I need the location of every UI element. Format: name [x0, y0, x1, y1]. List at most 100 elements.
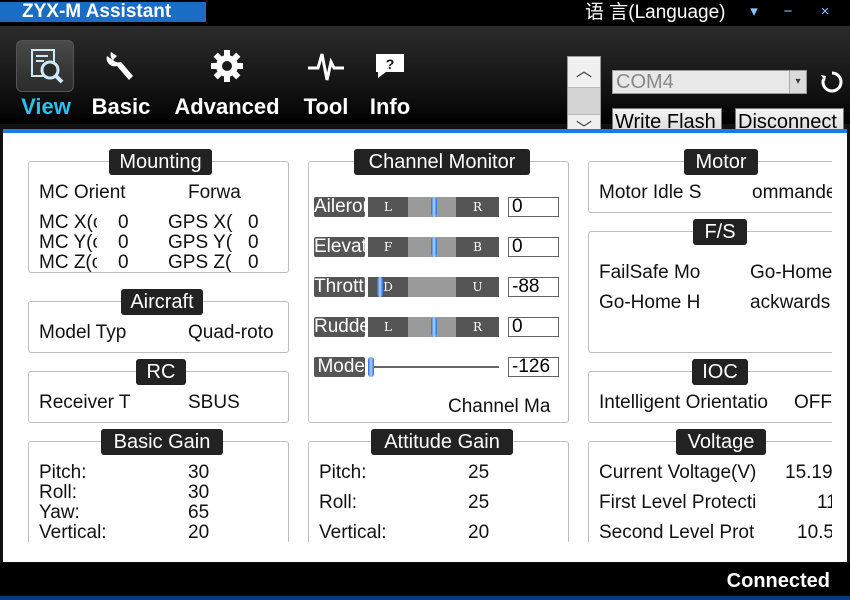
mc-y-label: MC Y(c	[39, 233, 97, 253]
rudder-label: Rudder	[314, 317, 365, 337]
gps-x-value: 0	[248, 213, 259, 233]
elevator-value: 0	[508, 237, 559, 257]
wrench-icon	[88, 38, 154, 94]
basic-gain-group: Basic Gain Pitch: 30 Roll: 30 Yaw: 65 Ve…	[28, 429, 289, 542]
chevron-down-icon[interactable]: ▾	[789, 71, 806, 93]
throttle-value: -88	[508, 277, 559, 297]
basic-pitch-value: 30	[188, 463, 210, 483]
channel-monitor-title: Channel Monitor	[354, 149, 530, 175]
mode-slider	[368, 357, 499, 377]
status-bar: Connected	[0, 563, 850, 600]
ioc-value: OFF	[794, 393, 832, 413]
rudder-bar: L R	[368, 317, 499, 337]
second-level-label: Second Level Prot	[599, 523, 755, 542]
attitude-gain-group: Attitude Gain Pitch: 25 Roll: 25 Vertica…	[308, 429, 569, 542]
attitude-gain-title: Attitude Gain	[371, 429, 513, 455]
second-level-value: 10.5	[797, 523, 832, 542]
model-type-value: Quad-roto	[188, 323, 274, 343]
aileron-thumb	[431, 197, 437, 217]
model-type-label: Model Typ	[39, 323, 127, 343]
app-title: ZYX-M Assistant	[0, 2, 206, 22]
gohome-label: Go-Home H	[599, 293, 701, 313]
refresh-icon[interactable]	[820, 70, 844, 94]
voltage-title: Voltage	[676, 429, 766, 455]
basic-vertical-label: Vertical:	[39, 523, 107, 542]
motor-title: Motor	[684, 149, 758, 175]
main-toolbar: View Basic Advanced Tool ? Info ︿ COM4 ▾…	[0, 26, 850, 146]
aileron-label: Aileron	[314, 197, 365, 217]
current-voltage-label: Current Voltage(V)	[599, 463, 757, 483]
throttle-left-label: D	[383, 280, 393, 294]
elevator-bar: F B	[368, 237, 499, 257]
mode-value: -126	[508, 357, 559, 377]
mc-orient-value: Forwa	[188, 183, 241, 203]
tab-tool-label: Tool	[303, 94, 349, 119]
mode-thumb	[368, 357, 374, 377]
elevator-thumb	[431, 237, 437, 257]
rc-group: RC Receiver T SBUS	[28, 359, 289, 423]
basic-roll-value: 30	[188, 483, 210, 503]
ioc-group: IOC Intelligent Orientatio OFF	[588, 359, 832, 423]
tab-basic-label: Basic	[91, 94, 151, 119]
ioc-label: Intelligent Orientatio	[599, 393, 768, 413]
view-panel: Mounting MC Orient Forwa MC X(c 0 MC Y(c…	[3, 129, 847, 562]
aileron-left-label: L	[384, 200, 392, 214]
tab-advanced-label: Advanced	[174, 94, 280, 119]
aircraft-title: Aircraft	[121, 289, 203, 315]
aircraft-group: Aircraft Model Typ Quad-roto	[28, 289, 289, 353]
attitude-vertical-value: 20	[468, 523, 490, 542]
ioc-title: IOC	[692, 359, 748, 385]
mc-orient-label: MC Orient	[39, 183, 126, 203]
close-icon[interactable]: ×	[815, 2, 835, 22]
mc-z-label: MC Z(c	[39, 253, 97, 273]
tab-info[interactable]: ? Info	[364, 26, 416, 124]
com-port-select[interactable]: COM4 ▾	[612, 70, 807, 94]
window-menu-icon[interactable]: ▾	[744, 2, 764, 22]
aileron-value: 0	[508, 197, 559, 217]
tab-advanced[interactable]: Advanced	[168, 26, 286, 124]
view-content: Mounting MC Orient Forwa MC X(c 0 MC Y(c…	[3, 133, 832, 542]
rudder-right-label: R	[472, 320, 483, 334]
motor-idle-value: ommanded	[752, 183, 832, 203]
scroll-thumb[interactable]	[568, 87, 600, 115]
mc-x-value: 0	[118, 213, 129, 233]
svg-text:?: ?	[386, 56, 395, 72]
gps-y-label: GPS Y(	[168, 233, 233, 253]
channel-map-link[interactable]: Channel Ma	[448, 397, 560, 417]
com-port-value: COM4	[616, 71, 674, 93]
throttle-label: Throttle	[314, 277, 365, 297]
elevator-right-label: B	[473, 240, 482, 254]
tab-basic[interactable]: Basic	[88, 26, 154, 124]
tab-tool[interactable]: Tool	[298, 26, 354, 124]
receiver-label: Receiver T	[39, 393, 131, 413]
mounting-title: Mounting	[109, 149, 212, 175]
failsafe-group: F/S FailSafe Mo Go-Home Go-Home H ackwar…	[588, 219, 832, 353]
bottom-accent-line	[0, 596, 850, 600]
mode-label: Mode	[314, 357, 365, 377]
basic-pitch-label: Pitch:	[39, 463, 87, 483]
gohome-value: ackwards	[750, 293, 831, 313]
language-menu[interactable]: 语 言(Language)	[585, 2, 725, 24]
tab-view[interactable]: View	[14, 26, 78, 124]
tab-view-label: View	[21, 94, 71, 119]
throttle-thumb	[377, 277, 383, 297]
rc-title: RC	[136, 359, 186, 385]
throttle-right-label: U	[472, 280, 483, 294]
basic-yaw-label: Yaw:	[39, 503, 80, 523]
attitude-pitch-value: 25	[468, 463, 490, 483]
gps-z-value: 0	[248, 253, 259, 273]
pulse-icon	[298, 38, 354, 94]
current-voltage-value: 15.19	[785, 463, 832, 483]
scroll-up-icon[interactable]: ︿	[568, 57, 600, 87]
basic-roll-label: Roll:	[39, 483, 78, 503]
attitude-roll-value: 25	[468, 493, 490, 513]
gps-x-label: GPS X(	[168, 213, 233, 233]
rudder-value: 0	[508, 317, 559, 337]
mc-y-value: 0	[118, 233, 129, 253]
mc-z-value: 0	[118, 253, 129, 273]
minimize-icon[interactable]: −	[778, 2, 798, 22]
motor-group: Motor Motor Idle S ommanded	[588, 149, 832, 213]
first-level-label: First Level Protecti	[599, 493, 757, 513]
mc-x-label: MC X(c	[39, 213, 97, 233]
failsafe-title: F/S	[693, 219, 747, 245]
